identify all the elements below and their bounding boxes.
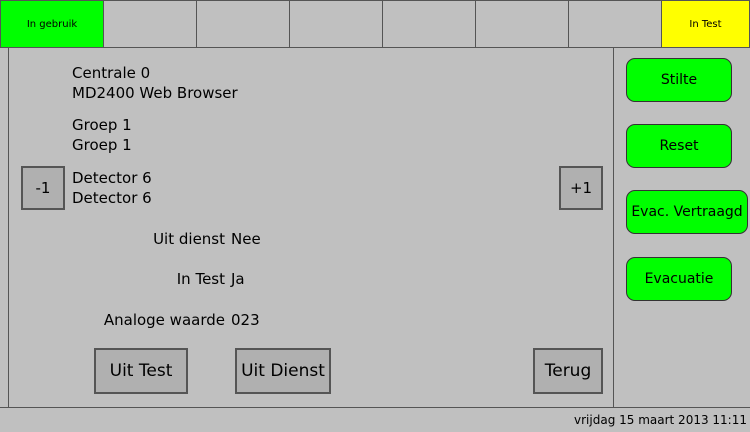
status-cell-empty <box>289 0 383 48</box>
status-cell-empty <box>382 0 476 48</box>
uit-test-label: Uit Test <box>109 361 173 381</box>
control-sidebar: Stilte Reset Evac. Vertraagd Evacuatie <box>614 48 750 407</box>
status-cell-in-test: In Test <box>661 0 750 48</box>
analoge-waarde-value: 023 <box>231 311 260 329</box>
status-cell-empty <box>103 0 197 48</box>
status-cell-empty <box>568 0 662 48</box>
next-detector-label: +1 <box>569 179 593 197</box>
groep-label: Groep 1 <box>72 116 132 134</box>
detector-label: Detector 6 <box>72 189 152 207</box>
uit-dienst-button[interactable]: Uit Dienst <box>235 348 331 394</box>
status-cell-empty <box>475 0 569 48</box>
detector-block: Detector 6 Detector 6 <box>72 168 152 208</box>
groep-label: Groep 1 <box>72 136 132 154</box>
browser-label: MD2400 Web Browser <box>72 84 238 102</box>
terug-button[interactable]: Terug <box>533 348 603 394</box>
next-detector-button[interactable]: +1 <box>559 166 603 210</box>
stilte-label: Stilte <box>660 72 698 88</box>
centrale-label: Centrale 0 <box>72 64 151 82</box>
stilte-button[interactable]: Stilte <box>626 58 732 102</box>
status-cell-empty <box>196 0 290 48</box>
status-cell-in-gebruik: In gebruik <box>0 0 104 48</box>
analoge-waarde-row: Analoge waarde 023 <box>65 311 260 329</box>
evac-vertraagd-label: Evac. Vertraagd <box>631 204 743 220</box>
uit-dienst-value: Nee <box>231 230 261 248</box>
uit-dienst-button-label: Uit Dienst <box>241 361 325 381</box>
status-cell-label: In Test <box>689 18 722 30</box>
uit-test-button[interactable]: Uit Test <box>94 348 188 394</box>
evacuatie-label: Evacuatie <box>644 271 714 287</box>
evacuatie-button[interactable]: Evacuatie <box>626 257 732 301</box>
reset-button[interactable]: Reset <box>626 124 732 168</box>
uit-dienst-label: Uit dienst <box>153 230 225 248</box>
analoge-waarde-label: Analoge waarde <box>103 311 225 329</box>
terug-label: Terug <box>544 361 592 381</box>
datetime-label: vrijdag 15 maart 2013 11:11 <box>574 413 747 427</box>
evac-vertraagd-button[interactable]: Evac. Vertraagd <box>626 190 748 234</box>
reset-label: Reset <box>659 138 699 154</box>
bottom-status-bar: vrijdag 15 maart 2013 11:11 <box>0 407 750 432</box>
centrale-block: Centrale 0 MD2400 Web Browser <box>72 63 238 103</box>
top-status-bar: In gebruik In Test <box>0 0 750 48</box>
previous-detector-label: -1 <box>35 179 51 197</box>
in-test-row: In Test Ja <box>65 270 245 288</box>
in-test-value: Ja <box>231 270 245 288</box>
previous-detector-button[interactable]: -1 <box>21 166 65 210</box>
uit-dienst-row: Uit dienst Nee <box>65 230 261 248</box>
in-test-label: In Test <box>176 270 225 288</box>
groep-block: Groep 1 Groep 1 <box>72 115 132 155</box>
detector-label: Detector 6 <box>72 169 152 187</box>
detector-detail-panel: Centrale 0 MD2400 Web Browser Groep 1 Gr… <box>8 48 614 407</box>
status-cell-label: In gebruik <box>26 18 78 30</box>
